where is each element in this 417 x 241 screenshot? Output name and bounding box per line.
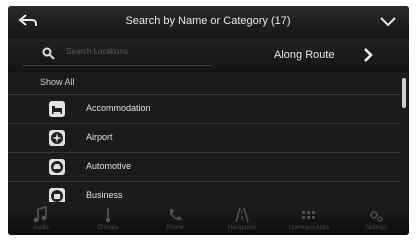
gear-icon [370, 211, 383, 222]
along-route-button[interactable]: Along Route [274, 49, 335, 61]
list-item-show-all[interactable]: Show All [8, 72, 400, 95]
nav-label: Climate [97, 225, 119, 231]
nav-screen: Search by Name or Category (17) Search L… [8, 6, 409, 235]
nav-audio[interactable]: Audio [8, 202, 74, 235]
road-icon [235, 207, 249, 223]
list-item-label: Accommodation [86, 103, 151, 113]
nav-label: Phone [166, 225, 184, 231]
show-all-label: Show All [40, 77, 75, 87]
car-icon [49, 159, 65, 175]
list-item-label: Airport [86, 132, 113, 142]
thermometer-icon [106, 208, 110, 222]
page-title: Search by Name or Category (17) [125, 15, 291, 27]
chevron-down-icon [380, 17, 396, 27]
phone-icon [170, 209, 181, 221]
airplane-icon [49, 130, 65, 146]
back-button[interactable] [12, 9, 42, 35]
back-arrow-icon [18, 14, 37, 26]
nav-label: Navigation [227, 225, 257, 231]
list-item-automotive[interactable]: Automotive [8, 153, 400, 182]
nav-label: Audio [33, 225, 49, 231]
dropdown-button[interactable] [377, 12, 399, 32]
nav-label: Settings [365, 225, 387, 231]
search-placeholder: Search Locations [66, 47, 128, 56]
list-item-label: Automotive [86, 161, 132, 171]
music-note-icon [33, 206, 47, 223]
scrollbar-thumb[interactable] [402, 78, 406, 108]
nav-navigation[interactable]: Navigation [209, 202, 275, 235]
bottom-nav-bar: Audio Climate Phone Navigation Uconnect … [8, 202, 409, 235]
list-item-airport[interactable]: Airport [8, 124, 400, 153]
nav-climate[interactable]: Climate [75, 202, 141, 235]
nav-settings[interactable]: Settings [343, 202, 409, 235]
list-item-label: Business [86, 190, 123, 200]
scrollbar[interactable] [401, 72, 407, 201]
nav-label: Uconnect Apps [288, 225, 330, 231]
search-row: Search Locations Along Route [8, 38, 409, 72]
chevron-right-icon[interactable] [360, 46, 376, 64]
apps-grid-icon [302, 211, 315, 219]
list-item-accommodation[interactable]: Accommodation [8, 95, 400, 124]
nav-phone[interactable]: Phone [142, 202, 208, 235]
search-icon [42, 47, 55, 60]
category-list: Show All Accommodation Airport Automotiv… [8, 72, 400, 211]
nav-uconnect-apps[interactable]: Uconnect Apps [276, 202, 342, 235]
header-bar: Search by Name or Category (17) [8, 6, 409, 38]
bed-icon [49, 101, 65, 117]
